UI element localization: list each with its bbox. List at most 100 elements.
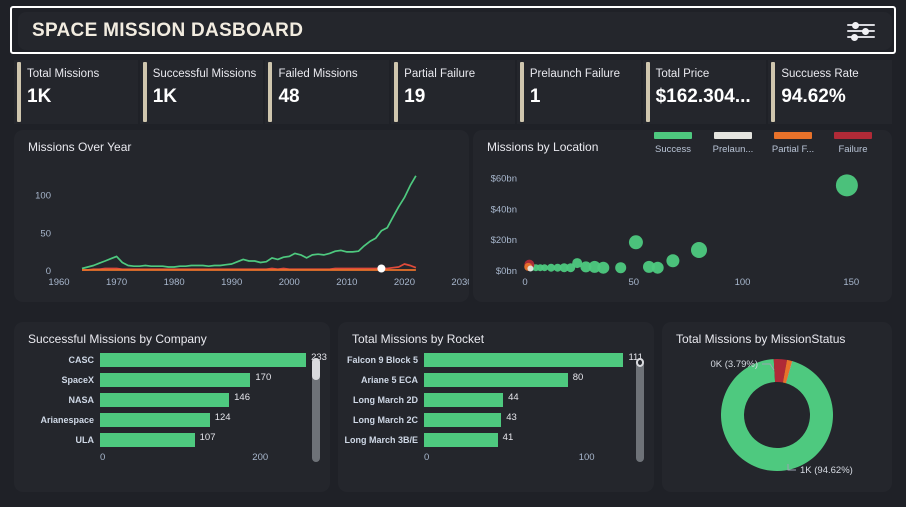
bar-category-label: Ariane 5 ECA	[360, 375, 418, 385]
missions-by-location-card: Missions by Location Success Prelaun... Pa…	[473, 130, 892, 302]
successful-missions-by-company-title: Successful Missions by Company	[28, 332, 207, 346]
x-tick-label: 2000	[279, 277, 300, 288]
kpi-value: 94.62%	[781, 86, 846, 107]
bar-track: 124	[100, 412, 330, 427]
bar-fill[interactable]	[424, 373, 568, 387]
scatter-point[interactable]	[615, 262, 627, 274]
bar-value-label: 107	[199, 432, 216, 443]
total-missions-by-rocket-card: Total Missions by Rocket Falcon 9 Block …	[338, 322, 654, 492]
bar-category-label: ULA	[75, 435, 95, 445]
x-tick-label: 1960	[48, 277, 69, 288]
kpi-label: Succuess Rate	[781, 68, 859, 80]
slider-knob-1	[852, 21, 859, 29]
bar-track: 233	[100, 352, 330, 367]
bar-row[interactable]: ULA 107	[14, 432, 330, 448]
bar-row[interactable]: Ariane 5 ECA 80	[338, 372, 654, 388]
kpi-card-succuess-rate[interactable]: Succuess Rate 94.62%	[768, 60, 893, 124]
bar-value-label: 44	[508, 392, 519, 403]
scatter-point[interactable]	[628, 235, 643, 250]
kpi-value: 19	[404, 86, 426, 107]
missions-over-year-card: Missions Over Year 0 50 100 1960 1970 1980 199…	[14, 130, 469, 302]
kpi-card-prelaunch-failure[interactable]: Prelaunch Failure 1	[516, 60, 641, 124]
bar-row[interactable]: Long March 2D 44	[338, 392, 654, 408]
line-series-failure	[82, 263, 417, 271]
successful-missions-by-company-card: Successful Missions by Company CASC 233 Sp…	[14, 322, 330, 492]
slider-knob-2	[862, 27, 869, 35]
line-data-point-marker[interactable]	[377, 264, 386, 273]
scatter-point[interactable]	[691, 242, 707, 258]
bar-track: 44	[424, 392, 654, 407]
bar-row[interactable]: SpaceX 170	[14, 372, 330, 388]
company-scrollbar[interactable]	[312, 358, 320, 462]
x-tick-label: 100	[735, 277, 751, 288]
bar-category-label: Falcon 9 Block 5	[346, 355, 418, 365]
dashboard-page: SPACE MISSION DASBOARD Total Missions 1K S…	[0, 0, 906, 507]
bar-fill[interactable]	[424, 393, 504, 407]
x-tick-label: 1990	[221, 277, 242, 288]
bar-track: 111	[424, 352, 654, 367]
company-scrollbar-thumb[interactable]	[312, 358, 320, 380]
kpi-card-partial-failure[interactable]: Partial Failure 19	[391, 60, 515, 124]
bar-fill[interactable]	[100, 373, 251, 387]
kpi-value: 1K	[152, 86, 178, 107]
bar-fill[interactable]	[100, 433, 195, 447]
x-tick-label: 0	[424, 452, 430, 463]
rocket-bars: Falcon 9 Block 5 111 Ariane 5 ECA 80 Long Ma…	[338, 352, 654, 492]
bar-category-label: Long March 2C	[352, 415, 418, 425]
bar-track: 170	[100, 372, 330, 387]
bar-fill[interactable]	[424, 433, 498, 447]
scatter-point[interactable]	[835, 174, 858, 197]
company-bars: CASC 233 SpaceX 170 NASA 146 Arianespace 124 ULA…	[14, 352, 330, 492]
kpi-label: Successful Missions	[152, 68, 257, 80]
kpi-card-total-missions[interactable]: Total Missions 1K	[14, 60, 138, 124]
x-tick-label: 1970	[106, 277, 127, 288]
bar-row[interactable]: Arianespace 124	[14, 412, 330, 428]
rocket-scrollbar[interactable]	[636, 358, 644, 462]
bar-category-label: Long March 3B/E	[344, 435, 418, 445]
kpi-value: 48	[278, 86, 300, 107]
kpi-value: 1	[529, 86, 541, 107]
bar-fill[interactable]	[100, 413, 210, 427]
kpi-card-successful-missions[interactable]: Successful Missions 1K	[139, 60, 264, 124]
bar-fill[interactable]	[100, 393, 230, 407]
scatter-point[interactable]	[651, 261, 664, 274]
total-missions-by-missionstatus-card: Total Missions by MissionStatus 0K (3.79…	[662, 322, 892, 492]
bar-category-label: CASC	[68, 355, 94, 365]
bar-row[interactable]: Long March 3B/E 41	[338, 432, 654, 448]
bar-track: 146	[100, 392, 330, 407]
y-tick-label: $20bn	[491, 235, 517, 246]
x-tick-label: 0	[100, 452, 106, 463]
kpi-card-total-price[interactable]: Total Price $162.304...	[642, 60, 767, 124]
bar-value-label: 170	[255, 372, 272, 383]
rocket-scrollbar-thumb[interactable]	[636, 358, 644, 367]
scatter-point[interactable]	[666, 254, 680, 268]
missionstatus-donut-chart: 0K (3.79%) 1K (94.62%)	[710, 359, 853, 476]
dashboard-header: SPACE MISSION DASBOARD	[10, 6, 896, 54]
header-inner: SPACE MISSION DASBOARD	[18, 12, 892, 50]
bar-value-label: 41	[502, 432, 514, 443]
donut-label-failure: 0K (3.79%)	[710, 359, 758, 370]
bar-track: 43	[424, 412, 654, 427]
scatter-point[interactable]	[527, 265, 534, 272]
donut-label-success: 1K (94.62%)	[800, 465, 853, 476]
bar-fill[interactable]	[100, 353, 307, 367]
filter-sliders-icon[interactable]	[844, 18, 878, 44]
slider-line-2	[847, 30, 875, 32]
y-tick-label: 50	[40, 228, 51, 239]
kpi-card-failed-missions[interactable]: Failed Missions 48	[265, 60, 390, 124]
bar-row[interactable]: CASC 233	[14, 352, 330, 368]
kpi-value: 1K	[27, 86, 52, 107]
scatter-point[interactable]	[547, 263, 556, 272]
total-missions-by-rocket-title: Total Missions by Rocket	[352, 332, 485, 346]
bar-track: 80	[424, 372, 654, 387]
bar-row[interactable]: Falcon 9 Block 5 111	[338, 352, 654, 368]
x-tick-label: 2020	[394, 277, 415, 288]
bar-row[interactable]: NASA 146	[14, 392, 330, 408]
line-series-success	[81, 175, 417, 270]
bar-fill[interactable]	[424, 353, 624, 367]
bar-row[interactable]: Long March 2C 43	[338, 412, 654, 428]
bar-fill[interactable]	[424, 413, 502, 427]
x-tick-label: 150	[843, 277, 859, 288]
y-tick-label: $40bn	[491, 204, 517, 215]
x-tick-label: 0	[522, 277, 527, 288]
